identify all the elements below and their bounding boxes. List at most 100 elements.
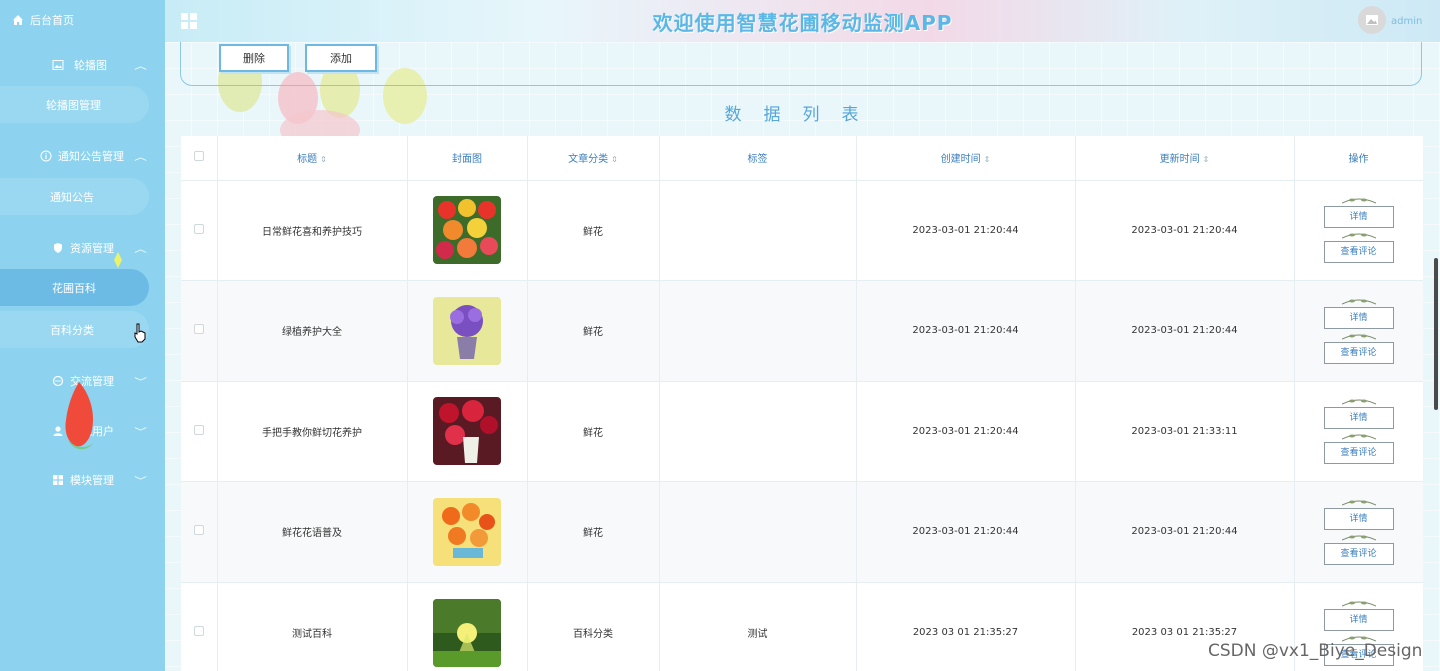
data-table: 标题 ⇕ 封面图 文章分类 ⇕ 标签 创建时间 ⇕ 更新时间 ⇕ 操作 日常鲜花喜和养护… (181, 136, 1423, 671)
row-checkbox[interactable] (193, 424, 204, 435)
sidebar-group-resource[interactable]: 资源管理 ︿ (0, 237, 165, 259)
cover-cell (407, 180, 528, 281)
sort-icon[interactable]: ⇕ (320, 155, 327, 164)
column-header-updated[interactable]: 更新时间 ⇕ (1075, 136, 1295, 180)
leaf-decoration-icon (1341, 535, 1376, 541)
created-time-cell: 2023-03-01 21:20:44 (856, 180, 1076, 281)
column-header-label: 标签 (747, 154, 768, 166)
sidebar-home-link[interactable]: 后台首页 (12, 12, 74, 28)
sidebar-item-flower-wiki[interactable]: 花圃百科 (0, 269, 149, 306)
sidebar-item-notice[interactable]: 通知公告 (0, 178, 149, 215)
detail-button[interactable]: 详情 (1323, 407, 1394, 430)
cover-image-tulips[interactable] (433, 196, 501, 265)
view-comments-button[interactable]: 查看评论 (1323, 542, 1394, 565)
actions-cell: 详情 查看评论 (1294, 280, 1423, 381)
leaf-decoration-icon (1341, 399, 1376, 405)
leaf-decoration-icon (1341, 434, 1376, 440)
sidebar-item-label: 轮播图管理 (46, 98, 101, 112)
cover-cell (407, 280, 528, 381)
sidebar-group-label: 轮播图 (74, 59, 107, 72)
leaf-decoration-icon (1341, 198, 1376, 204)
column-header-label: 标题 (297, 154, 318, 166)
cover-image-purple-pot[interactable] (433, 296, 501, 365)
select-all-checkbox[interactable] (193, 151, 204, 162)
view-comments-button[interactable]: 查看评论 (1323, 241, 1394, 264)
table-row: 绿植养护大全 鲜花 2023-03-01 21:20:44 2023-03-01… (181, 280, 1423, 381)
detail-button[interactable]: 详情 (1323, 608, 1394, 631)
decoration-balloon (65, 382, 94, 450)
column-header-label: 更新时间 (1159, 154, 1200, 166)
vertical-scrollbar[interactable] (1434, 258, 1438, 410)
cover-image-forest-sun[interactable] (433, 598, 501, 667)
sidebar-group-label: 通知公告管理 (58, 150, 124, 163)
leaf-decoration-icon (1341, 334, 1376, 340)
sort-icon[interactable]: ⇕ (984, 155, 991, 164)
cover-image-orange-tulips[interactable] (433, 497, 501, 566)
leaf-decoration-icon (1341, 299, 1376, 305)
sort-icon[interactable]: ⇕ (611, 155, 618, 164)
username-label[interactable]: admin (1391, 16, 1422, 27)
avatar[interactable] (1358, 6, 1386, 34)
category-cell: 鲜花 (527, 481, 660, 582)
detail-button[interactable]: 详情 (1323, 306, 1394, 329)
column-header-category[interactable]: 文章分类 ⇕ (527, 136, 660, 180)
column-header-title[interactable]: 标题 ⇕ (217, 136, 408, 180)
tag-cell (659, 280, 857, 381)
column-header-label: 操作 (1348, 154, 1369, 166)
sort-icon[interactable]: ⇕ (1203, 155, 1210, 164)
detail-button[interactable]: 详情 (1323, 507, 1394, 530)
updated-time-cell: 2023-03-01 21:20:44 (1075, 280, 1295, 381)
table-row: 手把手教你鲜切花养护 鲜花 2023-03-01 21:20:44 2023-0… (181, 381, 1423, 482)
top-header: 欢迎使用智慧花圃移动监测APP admin (165, 0, 1440, 42)
chevron-up-icon: ︿ (134, 61, 147, 72)
column-header-label: 文章分类 (568, 154, 609, 166)
tag-cell (659, 180, 857, 281)
chevron-down-icon: ﹀ (134, 377, 147, 388)
mouse-cursor-icon (134, 323, 146, 343)
sidebar-item-carousel-manage[interactable]: 轮播图管理 (0, 86, 149, 123)
leaf-decoration-icon (1341, 601, 1376, 606)
leaf-decoration-icon (1341, 500, 1376, 506)
sidebar-home-label: 后台首页 (30, 14, 74, 27)
toolbar: 删除 添加 (180, 42, 1422, 86)
table-header-row: 标题 ⇕ 封面图 文章分类 ⇕ 标签 创建时间 ⇕ 更新时间 ⇕ 操作 (181, 136, 1423, 180)
view-comments-button[interactable]: 查看评论 (1323, 442, 1394, 465)
updated-time-cell: 2023-03-01 21:33:11 (1075, 381, 1295, 482)
row-checkbox[interactable] (193, 626, 204, 636)
home-icon (13, 15, 23, 25)
sidebar-group-module[interactable]: 模块管理 ﹀ (0, 469, 165, 491)
created-time-cell: 2023 03 01 21:35:27 (856, 582, 1076, 671)
info-circle-icon (40, 150, 52, 162)
cover-image-red-bouquet[interactable] (433, 397, 501, 466)
decoration-spark (114, 252, 122, 268)
sidebar-group-carousel[interactable]: 轮播图 ︿ (0, 54, 165, 76)
row-select-cell (181, 180, 218, 281)
chevron-down-icon: ﹀ (134, 476, 147, 487)
created-time-cell: 2023-03-01 21:20:44 (856, 280, 1076, 381)
title-cell: 鲜花花语普及 (217, 481, 408, 582)
sidebar-item-wiki-category[interactable]: 百科分类 (0, 311, 149, 348)
image-icon (52, 60, 64, 70)
watermark-text: CSDN @vx1_Biye_Design (1208, 641, 1423, 661)
category-cell: 鲜花 (527, 180, 660, 281)
sidebar-group-notice[interactable]: 通知公告管理 ︿ (0, 145, 165, 167)
column-header-tag: 标签 (659, 136, 857, 180)
sidebar-item-label: 花圃百科 (52, 281, 96, 295)
add-button[interactable]: 添加 (305, 44, 377, 72)
column-header-created[interactable]: 创建时间 ⇕ (856, 136, 1076, 180)
created-time-cell: 2023-03-01 21:20:44 (856, 381, 1076, 482)
view-comments-button[interactable]: 查看评论 (1323, 341, 1394, 364)
row-checkbox[interactable] (193, 223, 204, 234)
leaf-decoration-icon (1341, 233, 1376, 239)
delete-button[interactable]: 删除 (219, 44, 289, 72)
detail-button[interactable]: 详情 (1323, 206, 1394, 229)
column-header-actions: 操作 (1294, 136, 1423, 180)
row-checkbox[interactable] (193, 525, 204, 536)
chevron-up-icon: ︿ (134, 244, 147, 255)
title-cell: 绿植养护大全 (217, 280, 408, 381)
table-row: 鲜花花语普及 鲜花 2023-03-01 21:20:44 2023-03-01… (181, 481, 1423, 582)
column-header-label: 创建时间 (940, 154, 981, 166)
row-checkbox[interactable] (193, 324, 204, 335)
grid-icon (53, 475, 63, 485)
updated-time-cell: 2023-03-01 21:20:44 (1075, 180, 1295, 281)
